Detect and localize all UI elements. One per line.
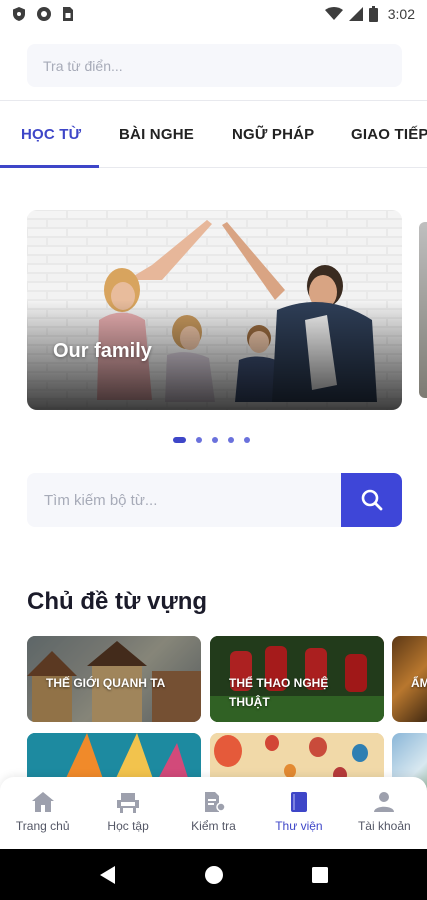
topic-card-am-thuc[interactable]: ẨM bbox=[392, 636, 427, 722]
topic-card-the-thao-nghe-thuat[interactable]: THỂ THAO NGHỆ THUẬT bbox=[210, 636, 384, 722]
vocab-topics-title: Chủ đề từ vựng bbox=[27, 588, 208, 615]
topic-card-label: ẨM bbox=[411, 676, 427, 690]
wifi-icon bbox=[324, 7, 343, 20]
nav-home[interactable]: Trang chủ bbox=[0, 777, 85, 849]
nav-study[interactable]: Học tập bbox=[85, 777, 170, 849]
wordset-search-button[interactable] bbox=[341, 473, 402, 527]
carousel-pager bbox=[173, 437, 250, 443]
slide-title: Our family bbox=[53, 340, 152, 362]
study-chair-icon bbox=[117, 793, 140, 813]
nav-test-label: Kiểm tra bbox=[191, 819, 236, 833]
status-right-icons: 3:02 bbox=[324, 6, 415, 22]
nav-account-label: Tài khoản bbox=[357, 819, 411, 833]
bottom-navigation: Trang chủ Học tập Kiểm tra Thư viện Tài … bbox=[0, 777, 427, 849]
battery-icon bbox=[368, 6, 378, 22]
pager-dot[interactable] bbox=[212, 437, 218, 443]
sim-card-icon bbox=[63, 7, 73, 21]
nav-home-label: Trang chủ bbox=[15, 819, 70, 833]
dictionary-search-input[interactable] bbox=[43, 57, 386, 74]
wordset-search-box[interactable] bbox=[27, 473, 402, 527]
pager-dot[interactable] bbox=[196, 437, 202, 443]
signal-icon bbox=[348, 7, 363, 21]
wordset-search-input[interactable] bbox=[27, 491, 341, 509]
back-icon[interactable] bbox=[99, 865, 117, 885]
active-tab-indicator bbox=[0, 165, 99, 168]
tab-bai-nghe[interactable]: BÀI NGHE bbox=[119, 101, 194, 168]
nav-library-label: Thư viện bbox=[275, 819, 323, 833]
topic-card-label: THẾ GIỚI QUANH TA bbox=[46, 676, 166, 690]
topic-card-the-gioi-quanh-ta[interactable]: THẾ GIỚI QUANH TA bbox=[27, 636, 201, 722]
search-icon bbox=[361, 489, 382, 511]
nav-library[interactable]: Thư viện bbox=[256, 777, 341, 849]
account-person-icon bbox=[374, 792, 395, 812]
family-photo bbox=[27, 210, 402, 410]
tab-ngu-phap[interactable]: NGỮ PHÁP bbox=[232, 101, 314, 168]
nav-test[interactable]: Kiểm tra bbox=[171, 777, 256, 849]
pager-dot[interactable] bbox=[244, 437, 250, 443]
dictionary-search-box[interactable] bbox=[27, 44, 402, 87]
status-time: 3:02 bbox=[387, 6, 415, 22]
pager-dot[interactable] bbox=[228, 437, 234, 443]
nav-account[interactable]: Tài khoản bbox=[342, 777, 427, 849]
home-circle-icon[interactable] bbox=[204, 865, 224, 885]
home-icon bbox=[31, 792, 54, 812]
topic-card-label: THỂ THAO NGHỆ THUẬT bbox=[229, 676, 329, 709]
status-left-icons bbox=[12, 6, 74, 22]
pager-dot[interactable] bbox=[173, 437, 186, 443]
next-slide-peek[interactable] bbox=[419, 222, 427, 398]
shield-icon bbox=[13, 7, 25, 21]
category-tabs: HỌC TỪ BÀI NGHE NGỮ PHÁP GIAO TIẾP bbox=[0, 101, 427, 168]
recents-icon[interactable] bbox=[311, 866, 329, 884]
library-book-icon bbox=[290, 792, 307, 812]
status-bar: 3:02 bbox=[0, 0, 427, 28]
tab-giao-tiep[interactable]: GIAO TIẾP bbox=[351, 101, 427, 168]
tab-hoc-tu[interactable]: HỌC TỪ bbox=[21, 101, 81, 168]
circle-icon bbox=[37, 7, 51, 21]
featured-carousel-slide[interactable]: Our family bbox=[27, 210, 402, 410]
system-navigation-bar bbox=[0, 849, 427, 900]
nav-study-label: Học tập bbox=[107, 819, 149, 833]
test-document-icon bbox=[204, 792, 226, 812]
